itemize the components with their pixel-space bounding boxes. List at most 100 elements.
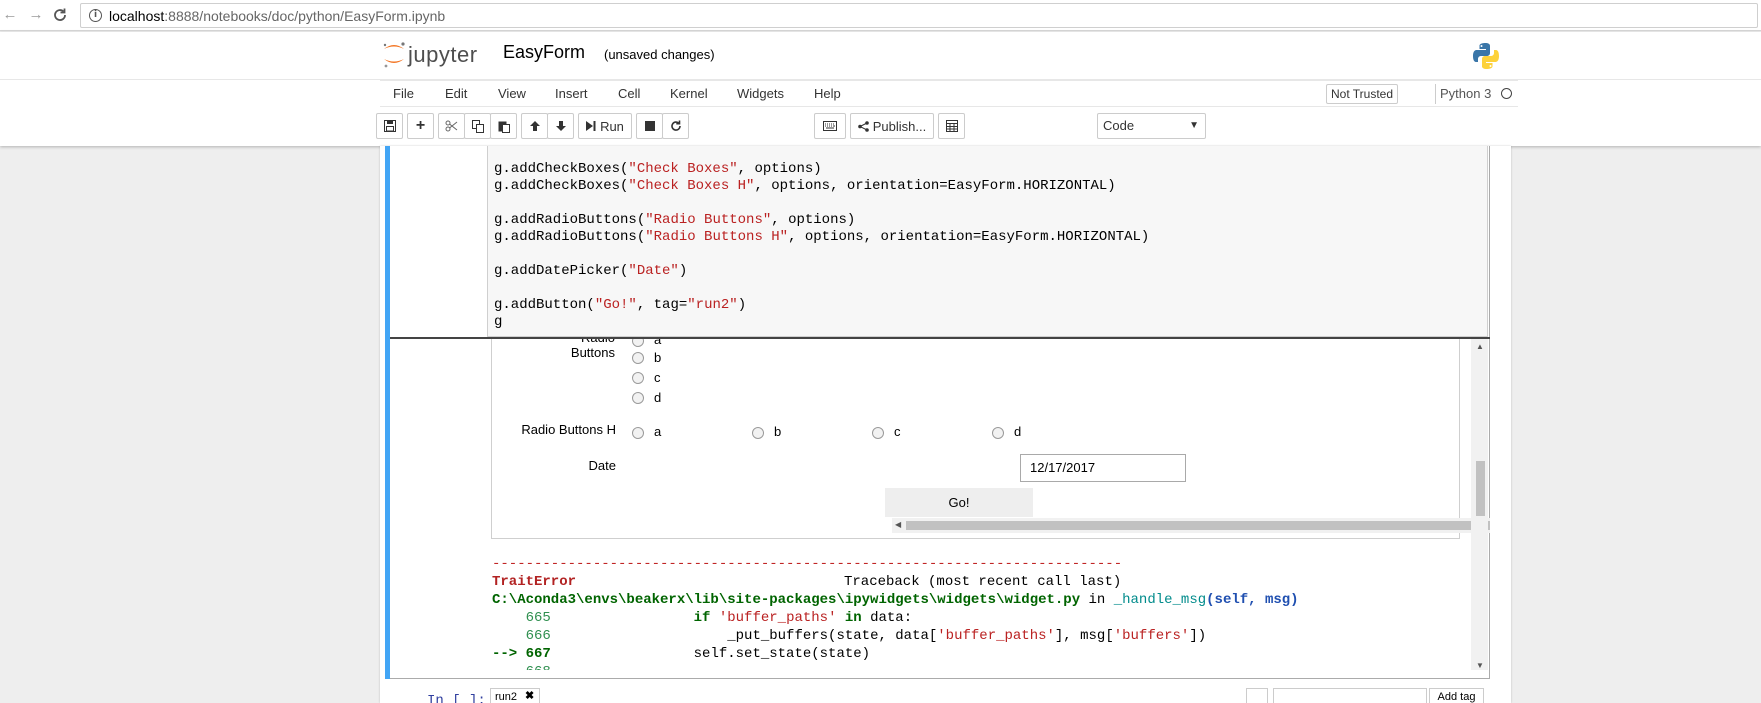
keyboard-icon (823, 121, 837, 131)
arrow-down-icon (555, 121, 566, 131)
address-bar[interactable]: i localhost:8888/notebooks/doc/python/Ea… (80, 3, 1758, 28)
table-button[interactable] (938, 113, 965, 139)
paste-button[interactable] (490, 113, 517, 139)
output-area[interactable]: Radio Buttons a b c d Radio Buttons H a … (390, 337, 1490, 670)
not-trusted-button[interactable]: Not Trusted (1326, 84, 1398, 104)
python-logo-icon (1473, 43, 1499, 69)
publish-button[interactable]: Publish... (850, 113, 934, 139)
plus-icon: + (415, 117, 426, 134)
copy-icon (471, 119, 484, 133)
menu-edit[interactable]: Edit (445, 86, 467, 101)
scroll-up-icon[interactable]: ▲ (1476, 342, 1484, 351)
code-editor[interactable]: g.addCheckBoxes("Check Boxes", options) … (487, 146, 1488, 337)
calculator-icon (945, 120, 958, 132)
radio-option-label: d (654, 390, 662, 405)
traceback-header: TraitError Traceback (most recent call la… (492, 574, 1122, 590)
tag-box[interactable] (1246, 688, 1268, 703)
traceback-line: 665 if 'buffer_paths' in data: (492, 610, 913, 626)
traceback-line: 668 (492, 664, 551, 670)
move-down-button[interactable] (547, 113, 574, 139)
code-line: g.addButton("Go!", tag="run2") (494, 297, 747, 313)
output-vertical-scrollbar[interactable]: ▲ ▼ (1471, 339, 1488, 670)
restart-button[interactable] (662, 113, 689, 139)
paste-icon (498, 121, 510, 133)
notebook-name[interactable]: EasyForm (503, 42, 585, 63)
radio-buttons-label: Radio Buttons (570, 337, 615, 360)
traceback-file: C:\Aconda3\envs\beakerx\lib\site-package… (492, 592, 1299, 608)
code-line: g.addDatePicker("Date") (494, 263, 688, 279)
jupyter-wordmark: jupyter (408, 42, 478, 67)
kernel-separator (1435, 84, 1436, 104)
radio-option-label: c (654, 370, 661, 385)
reload-icon[interactable] (52, 7, 68, 23)
traceback-line-current: --> 667 self.set_state(state) (492, 646, 871, 662)
add-tag-input[interactable] (1273, 688, 1427, 703)
menu-widgets[interactable]: Widgets (737, 86, 784, 101)
kernel-name[interactable]: Python 3 (1440, 86, 1491, 101)
forward-icon[interactable]: → (28, 7, 44, 23)
url-path: :8888/notebooks/doc/python/EasyForm.ipyn… (164, 8, 446, 24)
cell-type-value: Code (1103, 118, 1135, 133)
radio-a[interactable] (632, 339, 644, 347)
menu-cell[interactable]: Cell (618, 86, 640, 101)
jupyter-logo-icon[interactable] (381, 39, 407, 69)
save-icon (383, 120, 396, 132)
menu-insert[interactable]: Insert (555, 86, 588, 101)
publish-label: Publish... (872, 118, 927, 134)
insert-cell-button[interactable]: + (407, 113, 434, 139)
scissors-icon (445, 120, 458, 132)
radio-buttons-h-label: Radio Buttons H (521, 422, 616, 437)
back-icon[interactable]: ← (2, 7, 18, 23)
radio-h-d[interactable] (992, 427, 1004, 439)
run-label: Run (600, 118, 624, 134)
radio-h-b[interactable] (752, 427, 764, 439)
scroll-down-icon[interactable]: ▼ (1476, 661, 1484, 670)
date-label: Date (588, 458, 616, 473)
scrollbar-thumb[interactable] (1476, 461, 1485, 516)
arrow-up-icon (529, 121, 540, 131)
browser-bar: ← → i localhost:8888/notebooks/doc/pytho… (0, 0, 1761, 31)
horizontal-scrollbar[interactable]: ◀ ▶ (892, 518, 1490, 533)
run-button[interactable]: Run (578, 113, 632, 139)
url-host: localhost (109, 8, 165, 24)
radio-h-option-label: d (1014, 424, 1022, 439)
save-status: (unsaved changes) (604, 47, 715, 62)
menu-file[interactable]: File (393, 86, 414, 101)
menu-view[interactable]: View (498, 86, 526, 101)
radio-b[interactable] (632, 352, 644, 364)
cell-type-select[interactable]: Code ▼ (1097, 113, 1206, 139)
radio-h-option-label: b (774, 424, 782, 439)
chevron-down-icon: ▼ (1189, 120, 1199, 131)
toolbar: + Run Code ▼ Publish... (376, 113, 1526, 139)
radio-c[interactable] (632, 372, 644, 384)
go-button[interactable]: Go! (885, 488, 1033, 517)
kernel-idle-icon (1501, 88, 1512, 99)
menu-kernel[interactable]: Kernel (670, 86, 708, 101)
add-tag-button[interactable]: Add tag (1429, 688, 1484, 703)
radio-h-option-label: c (894, 424, 901, 439)
move-up-button[interactable] (521, 113, 548, 139)
scroll-left-icon[interactable]: ◀ (895, 520, 901, 529)
interrupt-button[interactable] (636, 113, 663, 139)
scrollbar-thumb[interactable] (906, 521, 1490, 530)
copy-button[interactable] (464, 113, 491, 139)
traceback-separator: ----------------------------------------… (492, 556, 1123, 572)
cut-button[interactable] (438, 113, 465, 139)
radio-d[interactable] (632, 392, 644, 404)
url-text: localhost:8888/notebooks/doc/python/Easy… (109, 8, 445, 24)
radio-h-a[interactable] (632, 427, 644, 439)
radio-option-label: b (654, 350, 662, 365)
close-icon[interactable]: ✖ (525, 689, 534, 702)
step-forward-icon (586, 121, 596, 131)
menu-help[interactable]: Help (814, 86, 841, 101)
refresh-icon (670, 120, 681, 131)
input-prompt: In [ ]: (427, 693, 486, 703)
share-icon (857, 120, 869, 132)
info-icon[interactable]: i (89, 9, 102, 22)
command-palette-button[interactable] (814, 113, 846, 139)
save-button[interactable] (376, 113, 403, 139)
stop-icon (644, 121, 655, 131)
radio-h-c[interactable] (872, 427, 884, 439)
date-picker-input[interactable]: 12/17/2017 (1020, 454, 1186, 482)
code-line: g (494, 314, 503, 330)
